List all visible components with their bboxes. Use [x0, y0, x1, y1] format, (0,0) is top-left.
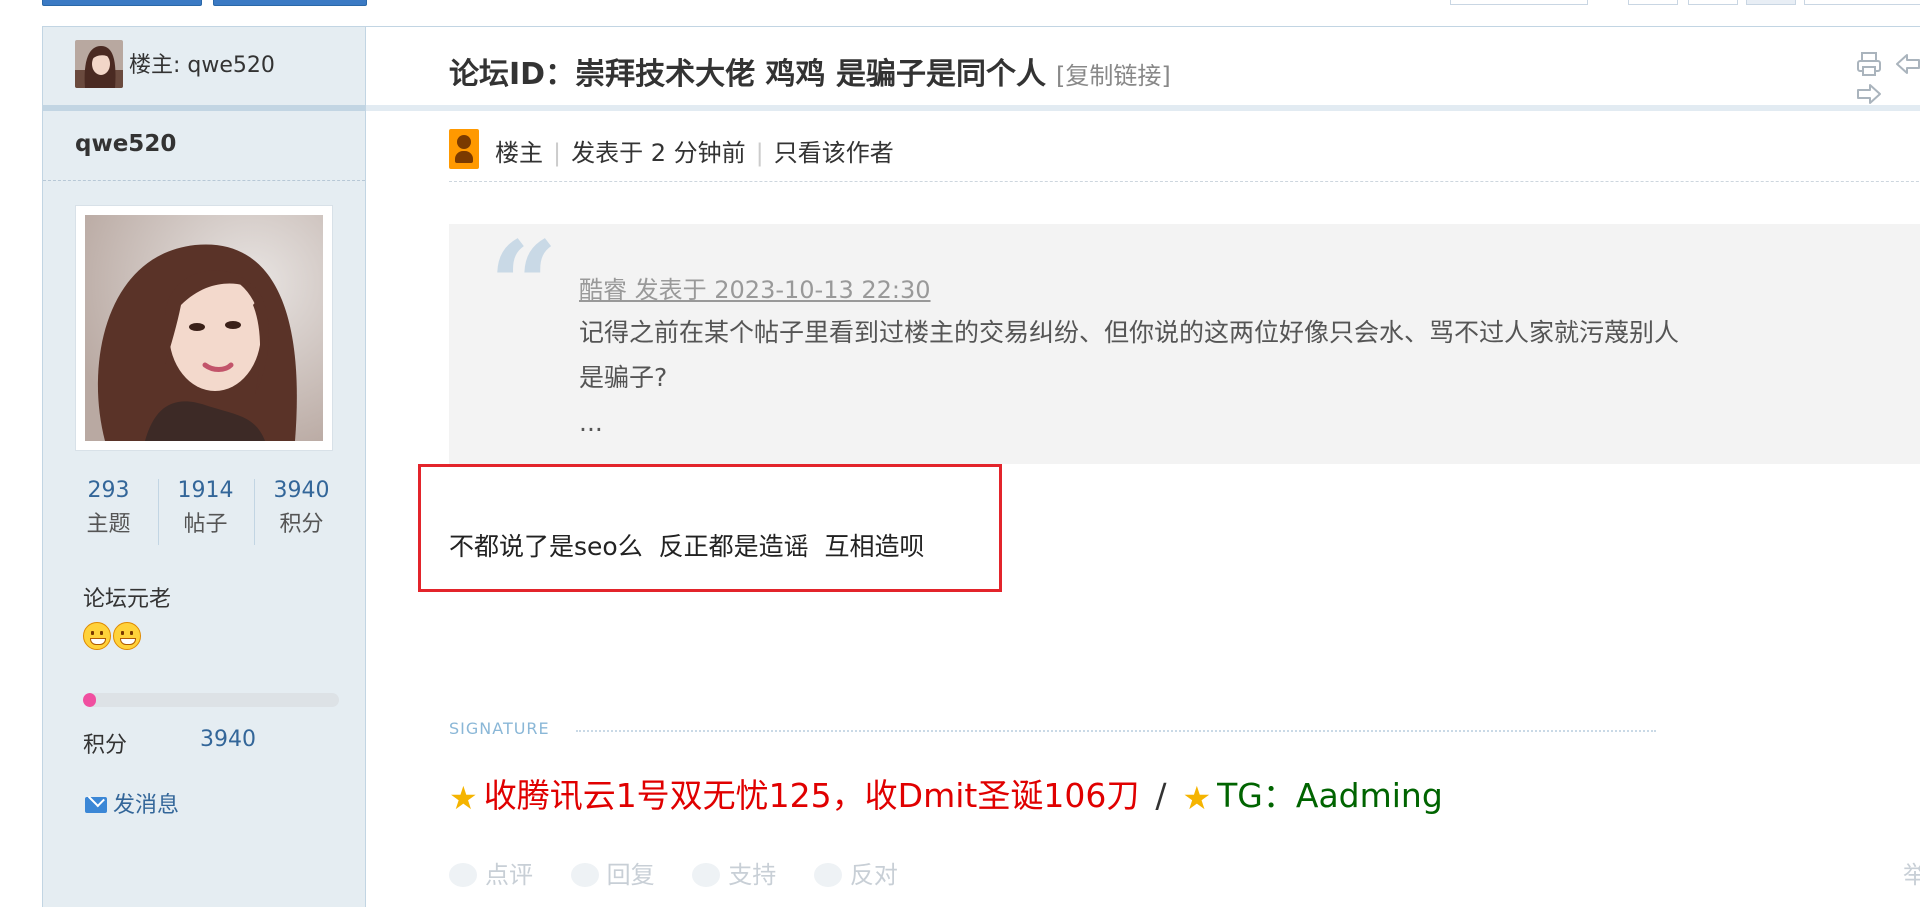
thread-title-row: 论坛ID：崇拜技术大佬 鸡鸡 是骗子是同个人 [复制链接]: [366, 27, 1920, 111]
send-message-label: 发消息: [113, 793, 180, 818]
stat-score-value[interactable]: 3940: [254, 475, 349, 507]
pager-box-2[interactable]: [1628, 0, 1678, 5]
signature-text-red[interactable]: 收腾讯云1号双无忧125，收Dmit圣诞106刀: [484, 776, 1140, 815]
quote-body: 记得之前在某个帖子里看到过楼主的交易纠纷、但你说的这两位好像只会水、骂不过人家就…: [579, 310, 1839, 445]
star-icon: ★: [1182, 779, 1212, 817]
reply-icon: [570, 863, 599, 887]
only-author-link[interactable]: 只看该作者: [774, 139, 894, 167]
author-sidebar: 楼主: qwe520 qwe520 293 主题 1914 帖子 3940 积分…: [43, 27, 366, 907]
post-actions: 点评 回复 支持 反对: [449, 855, 928, 890]
op-label: 楼主: qwe520: [129, 53, 275, 78]
quote-ellipsis: ...: [579, 408, 603, 437]
author-stats: 293 主题 1914 帖子 3940 积分: [61, 475, 351, 545]
stat-posts[interactable]: 1914 帖子: [158, 475, 253, 543]
avatar[interactable]: [75, 205, 333, 451]
op-header: 楼主: qwe520: [43, 27, 365, 111]
score-label: 积分: [83, 733, 128, 758]
stat-topics-label: 主题: [86, 512, 131, 537]
score-value[interactable]: 3940: [200, 727, 256, 752]
comment-button[interactable]: 点评: [449, 855, 533, 890]
send-message-link[interactable]: 发消息: [85, 787, 179, 819]
op-small-avatar[interactable]: [75, 40, 123, 88]
stat-score-label: 积分: [279, 512, 324, 537]
print-icon[interactable]: [1856, 51, 1882, 81]
signature-label: SIGNATURE: [449, 719, 550, 738]
author-role: 楼主: [495, 139, 543, 167]
reply-label: 回复: [606, 861, 655, 889]
stat-topics[interactable]: 293 主题: [61, 475, 156, 543]
post-main: 论坛ID：崇拜技术大佬 鸡鸡 是骗子是同个人 [复制链接] 楼主 | 发表于 2 分钟…: [366, 27, 1920, 907]
open-quote-icon: “: [489, 215, 559, 356]
top-button-1[interactable]: [42, 0, 202, 6]
smiley-icon: [113, 622, 141, 650]
support-label: 支持: [728, 861, 777, 889]
level-progress-fill: [83, 693, 96, 707]
signature-text-green[interactable]: TG：Aadming: [1217, 776, 1443, 815]
oppose-label: 反对: [849, 861, 898, 889]
thread-title: 论坛ID：崇拜技术大佬 鸡鸡 是骗子是同个人 [复制链接]: [449, 49, 1171, 93]
op-badge-icon: [449, 129, 479, 169]
posted-time: 发表于 2 分钟前: [571, 139, 746, 167]
level-progress-bar: [83, 693, 339, 707]
thumb-up-icon: [692, 863, 721, 887]
pager-box-3[interactable]: [1688, 0, 1738, 5]
support-button[interactable]: 支持: [692, 855, 776, 890]
post-meta-text: 楼主 | 发表于 2 分钟前 | 只看该作者: [495, 133, 894, 168]
stat-topics-value[interactable]: 293: [61, 475, 156, 507]
divider: [43, 180, 365, 181]
stat-score[interactable]: 3940 积分: [254, 475, 349, 543]
pager-box-next[interactable]: [1804, 0, 1920, 5]
username[interactable]: qwe520: [75, 131, 176, 157]
envelope-icon: [85, 797, 107, 813]
signature: ★ 收腾讯云1号双无忧125，收Dmit圣诞106刀 / ★ TG：Aadming: [449, 769, 1443, 817]
reply-button[interactable]: 回复: [570, 855, 655, 890]
quote-block: “ 酷睿 发表于 2023-10-13 22:30 记得之前在某个帖子里看到过楼…: [449, 215, 1920, 474]
report-button[interactable]: 举报: [1903, 855, 1920, 890]
quote-line: 是骗子?: [579, 363, 668, 392]
oppose-button[interactable]: 反对: [813, 855, 898, 890]
stat-posts-value[interactable]: 1914: [158, 475, 253, 507]
post-container: 楼主: qwe520 qwe520 293 主题 1914 帖子 3940 积分…: [42, 26, 1920, 907]
next-thread-icon[interactable]: [1856, 81, 1882, 111]
pager-box-1[interactable]: [1450, 0, 1588, 5]
quote-line: 记得之前在某个帖子里看到过楼主的交易纠纷、但你说的这两位好像只会水、骂不过人家就…: [579, 318, 1680, 347]
meta-separator: |: [553, 139, 562, 167]
post-meta: 楼主|发表于 2 分钟前|只看该作者 11#: [449, 127, 1920, 177]
divider: [449, 181, 1920, 182]
thread-title-text: 论坛ID：崇拜技术大佬 鸡鸡 是骗子是同个人: [449, 57, 1046, 92]
comment-label: 点评: [485, 861, 533, 889]
top-button-2[interactable]: [213, 0, 367, 6]
prev-thread-icon[interactable]: [1895, 51, 1920, 81]
quote-header-link[interactable]: 酷睿 发表于 2023-10-13 22:30: [579, 270, 931, 305]
reply-text: 不都说了是seo么 反正都是造谣 互相造呗: [449, 532, 925, 561]
smiley-icon: [83, 622, 111, 650]
star-icon: ★: [449, 779, 478, 817]
meta-separator: |: [755, 139, 764, 167]
rank-icons: [83, 622, 143, 652]
stat-posts-label: 帖子: [183, 512, 228, 537]
rank-title: 论坛元老: [83, 587, 172, 612]
signature-separator: /: [1155, 776, 1167, 815]
signature-divider: [576, 730, 1656, 732]
thumb-down-icon: [813, 863, 842, 887]
copy-link-button[interactable]: [复制链接]: [1056, 62, 1171, 90]
pager-box-current[interactable]: [1746, 0, 1796, 5]
comment-icon: [449, 863, 477, 887]
thread-tools: [1856, 51, 1920, 111]
